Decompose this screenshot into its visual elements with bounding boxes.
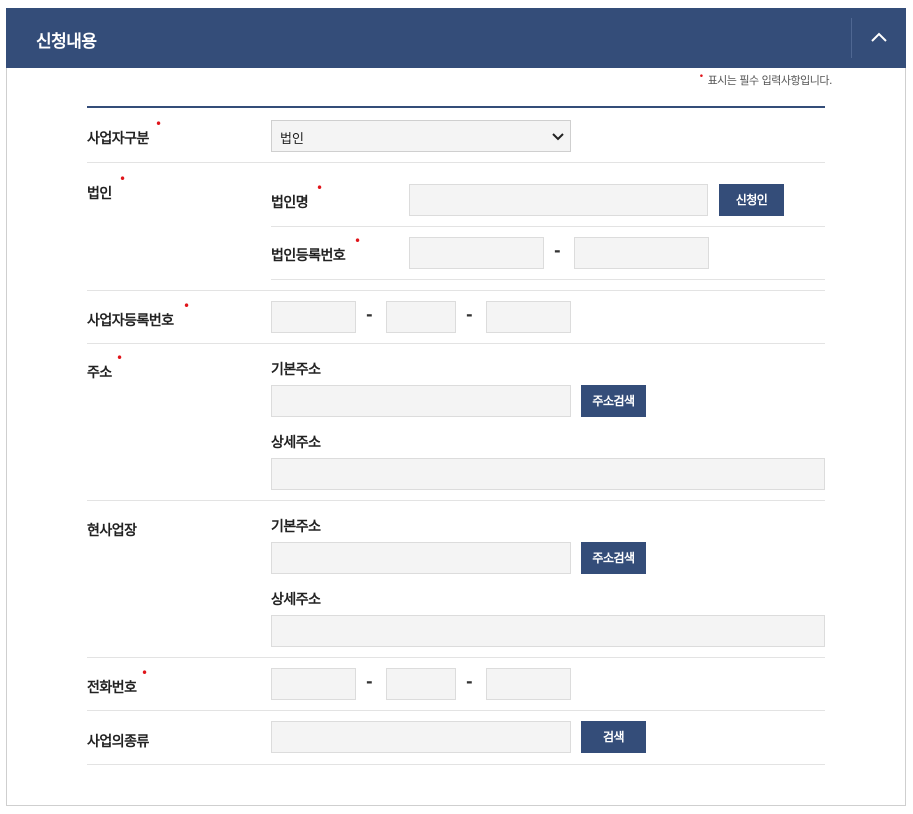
applicant-button[interactable]: 신청인 <box>719 184 784 216</box>
business-reg-no-part3-field[interactable] <box>487 302 570 332</box>
phone-part3[interactable] <box>486 668 571 700</box>
dash-separator: - <box>366 672 373 691</box>
business-reg-no-part2-field[interactable] <box>387 302 455 332</box>
phone-label: 전화번호 <box>87 680 137 696</box>
phone-part1[interactable] <box>271 668 356 700</box>
business-category-input[interactable] <box>271 721 571 753</box>
site-basic-label: 기본주소 <box>271 519 321 535</box>
corp-reg-no-part2-field[interactable] <box>575 238 708 268</box>
panel-title: 신청내용 <box>36 32 97 52</box>
row-divider <box>87 764 825 765</box>
business-reg-no-part3[interactable] <box>486 301 571 333</box>
form-top-border <box>87 106 825 108</box>
phone-part1-field[interactable] <box>272 669 355 699</box>
row-divider <box>87 710 825 711</box>
business-category-field[interactable] <box>272 722 570 752</box>
dash-separator: - <box>366 305 373 324</box>
required-marker: • <box>116 351 124 365</box>
corp-name-input[interactable] <box>409 184 708 216</box>
business-type-selected: 법인 <box>280 132 304 147</box>
chevron-up-icon <box>871 32 887 42</box>
address-detail-field[interactable] <box>272 459 824 489</box>
collapse-button[interactable] <box>851 18 906 58</box>
phone-part2-field[interactable] <box>387 669 455 699</box>
business-reg-no-part2[interactable] <box>386 301 456 333</box>
phone-part3-field[interactable] <box>487 669 570 699</box>
dash-separator: - <box>466 672 473 691</box>
business-category-search-button[interactable]: 검색 <box>581 721 646 753</box>
site-detail-field[interactable] <box>272 616 824 646</box>
sub-row-divider <box>271 279 825 280</box>
panel-header: 신청내용 <box>6 8 906 68</box>
address-label: 주소 <box>87 365 112 381</box>
business-type-label: 사업자구분 <box>87 131 149 147</box>
required-marker: • <box>141 666 149 680</box>
dash-separator: - <box>554 241 561 260</box>
corp-reg-no-part1-field[interactable] <box>410 238 543 268</box>
site-label: 현사업장 <box>87 523 137 539</box>
site-basic-field[interactable] <box>272 543 570 573</box>
business-category-label: 사업의종류 <box>87 734 149 750</box>
address-detail-input[interactable] <box>271 458 825 490</box>
corp-name-field[interactable] <box>410 185 707 215</box>
address-detail-label: 상세주소 <box>271 435 321 451</box>
corporation-label: 법인 <box>87 186 112 202</box>
row-divider <box>87 343 825 344</box>
row-divider <box>87 162 825 163</box>
dash-separator: - <box>466 305 473 324</box>
site-detail-label: 상세주소 <box>271 592 321 608</box>
required-marker: • <box>183 299 191 313</box>
business-type-select[interactable]: 법인 <box>271 120 571 152</box>
required-note: • 표시는 필수 입력사항입니다. <box>698 72 833 88</box>
site-basic-input[interactable] <box>271 542 571 574</box>
corp-reg-no-label: 법인등록번호 <box>271 248 346 264</box>
required-marker: • <box>354 234 362 248</box>
required-note-text: 표시는 필수 입력사항입니다. <box>707 74 833 87</box>
required-marker: • <box>316 181 324 195</box>
chevron-down-icon <box>552 133 564 141</box>
business-reg-no-part1-field[interactable] <box>272 302 355 332</box>
site-detail-input[interactable] <box>271 615 825 647</box>
row-divider <box>87 290 825 291</box>
address-basic-label: 기본주소 <box>271 362 321 378</box>
business-reg-no-part1[interactable] <box>271 301 356 333</box>
row-divider <box>87 657 825 658</box>
required-marker: • <box>698 72 704 82</box>
address-basic-input[interactable] <box>271 385 571 417</box>
phone-part2[interactable] <box>386 668 456 700</box>
sub-row-divider <box>271 226 825 227</box>
required-marker: • <box>119 172 127 186</box>
address-basic-field[interactable] <box>272 386 570 416</box>
corp-name-label: 법인명 <box>271 195 309 211</box>
corp-reg-no-part2[interactable] <box>574 237 709 269</box>
row-divider <box>87 500 825 501</box>
address-search-button[interactable]: 주소검색 <box>581 385 646 417</box>
required-marker: • <box>155 117 163 131</box>
business-reg-no-label: 사업자등록번호 <box>87 313 174 329</box>
corp-reg-no-part1[interactable] <box>409 237 544 269</box>
site-search-button[interactable]: 주소검색 <box>581 542 646 574</box>
